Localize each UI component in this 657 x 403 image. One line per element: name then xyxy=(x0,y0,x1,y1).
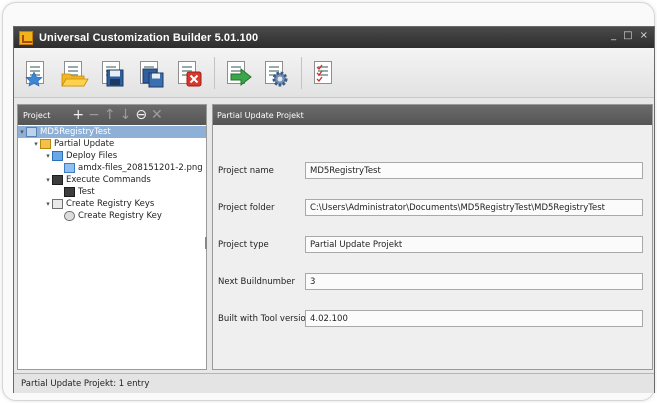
close-project-button[interactable] xyxy=(174,58,204,88)
close-window-button[interactable]: × xyxy=(640,30,648,41)
add-node-icon[interactable]: + xyxy=(72,107,84,123)
terminal-icon xyxy=(64,187,75,197)
project-panel-title: Project xyxy=(23,110,51,120)
package-icon xyxy=(40,139,51,149)
save-project-button[interactable] xyxy=(98,58,128,88)
move-down-icon[interactable]: ↓ xyxy=(120,107,132,123)
window-title: Universal Customization Builder 5.01.100 xyxy=(39,31,259,44)
tree-tools: + − ↑ ↓ ⊖ ✕ xyxy=(72,107,162,123)
build-button[interactable] xyxy=(223,58,253,88)
tree-item-execute-commands[interactable]: ▾ Execute Commands xyxy=(44,174,151,186)
tree-item-label: Test xyxy=(78,187,95,197)
expand-toggle-icon[interactable]: ▾ xyxy=(32,140,40,148)
panel-splitter[interactable] xyxy=(205,237,207,249)
next-buildnumber-field[interactable]: 3 xyxy=(305,273,643,290)
properties-panel: Partial Update Projekt Project name MD5R… xyxy=(212,104,653,370)
tree-item-label: Create Registry Keys xyxy=(66,199,155,209)
checklist-button[interactable] xyxy=(310,58,340,88)
expand-toggle-icon[interactable]: ▾ xyxy=(44,176,52,184)
project-folder-label: Project folder xyxy=(218,203,275,213)
expand-toggle-icon[interactable]: ▾ xyxy=(44,152,52,160)
title-bar: Universal Customization Builder 5.01.100… xyxy=(14,27,654,48)
project-type-label: Project type xyxy=(218,240,269,250)
properties-panel-title: Partial Update Projekt xyxy=(217,110,304,120)
app-logo-icon xyxy=(19,30,33,45)
toolbar-separator xyxy=(214,56,215,89)
window-controls: _ □ × xyxy=(611,30,648,41)
project-name-field[interactable]: MD5RegistryTest xyxy=(305,162,643,179)
project-name-label: Project name xyxy=(218,166,274,176)
registry-icon xyxy=(52,199,63,209)
move-up-icon[interactable]: ↑ xyxy=(104,107,116,123)
terminal-icon xyxy=(52,175,63,185)
tree-item-label: MD5RegistryTest xyxy=(40,127,111,137)
properties-panel-header: Partial Update Projekt xyxy=(213,105,652,125)
tree-item-label: Deploy Files xyxy=(66,151,118,161)
minimize-button[interactable]: _ xyxy=(611,30,616,41)
tree-item-label: Create Registry Key xyxy=(78,211,162,221)
tool-version-field[interactable]: 4.02.100 xyxy=(305,310,643,327)
tree-item-label: Partial Update xyxy=(54,139,115,149)
registry-key-icon xyxy=(64,211,75,221)
status-text: Partial Update Projekt: 1 entry xyxy=(21,378,150,389)
status-bar: Partial Update Projekt: 1 entry xyxy=(14,373,654,393)
app-window: Universal Customization Builder 5.01.100… xyxy=(13,26,655,393)
tree-item-partial-update[interactable]: ▾ Partial Update xyxy=(32,138,114,150)
expand-toggle-icon[interactable]: ▾ xyxy=(18,128,26,136)
tree-item-test[interactable]: Test xyxy=(64,186,95,198)
tree-item-create-registry-key[interactable]: Create Registry Key xyxy=(64,210,162,222)
tool-version-label: Built with Tool version xyxy=(218,314,312,324)
maximize-button[interactable]: □ xyxy=(623,30,632,41)
folder-icon xyxy=(52,151,63,161)
next-buildnumber-label: Next Buildnumber xyxy=(218,277,296,287)
project-icon xyxy=(26,127,37,137)
tree-item-deploy-files[interactable]: ▾ Deploy Files xyxy=(44,150,117,162)
tree-item-file[interactable]: amdx-files_208151201-2.png xyxy=(64,162,203,174)
project-type-field[interactable]: Partial Update Projekt xyxy=(305,236,643,253)
image-file-icon xyxy=(64,163,75,173)
save-all-button[interactable] xyxy=(136,58,166,88)
open-project-button[interactable] xyxy=(60,58,90,88)
tree-item-project-root[interactable]: ▾ MD5RegistryTest xyxy=(18,126,206,138)
delete-node-icon[interactable]: ✕ xyxy=(151,107,163,123)
project-panel-header: Project + − ↑ ↓ ⊖ ✕ xyxy=(18,105,206,125)
tree-item-create-registry-keys[interactable]: ▾ Create Registry Keys xyxy=(44,198,154,210)
toolbar xyxy=(14,48,654,98)
tree-item-label: amdx-files_208151201-2.png xyxy=(78,163,203,173)
project-tree-panel: Project + − ↑ ↓ ⊖ ✕ ▾ MD5RegistryTest ▾ … xyxy=(17,104,207,370)
remove-node-icon[interactable]: − xyxy=(88,107,100,123)
collapse-all-icon[interactable]: ⊖ xyxy=(135,107,147,123)
project-folder-field[interactable]: C:\Users\Administrator\Documents\MD5Regi… xyxy=(305,199,643,216)
settings-button[interactable] xyxy=(261,58,291,88)
toolbar-separator-2 xyxy=(301,56,302,89)
expand-toggle-icon[interactable]: ▾ xyxy=(44,200,52,208)
new-project-button[interactable] xyxy=(22,58,52,88)
tree-item-label: Execute Commands xyxy=(66,175,151,185)
